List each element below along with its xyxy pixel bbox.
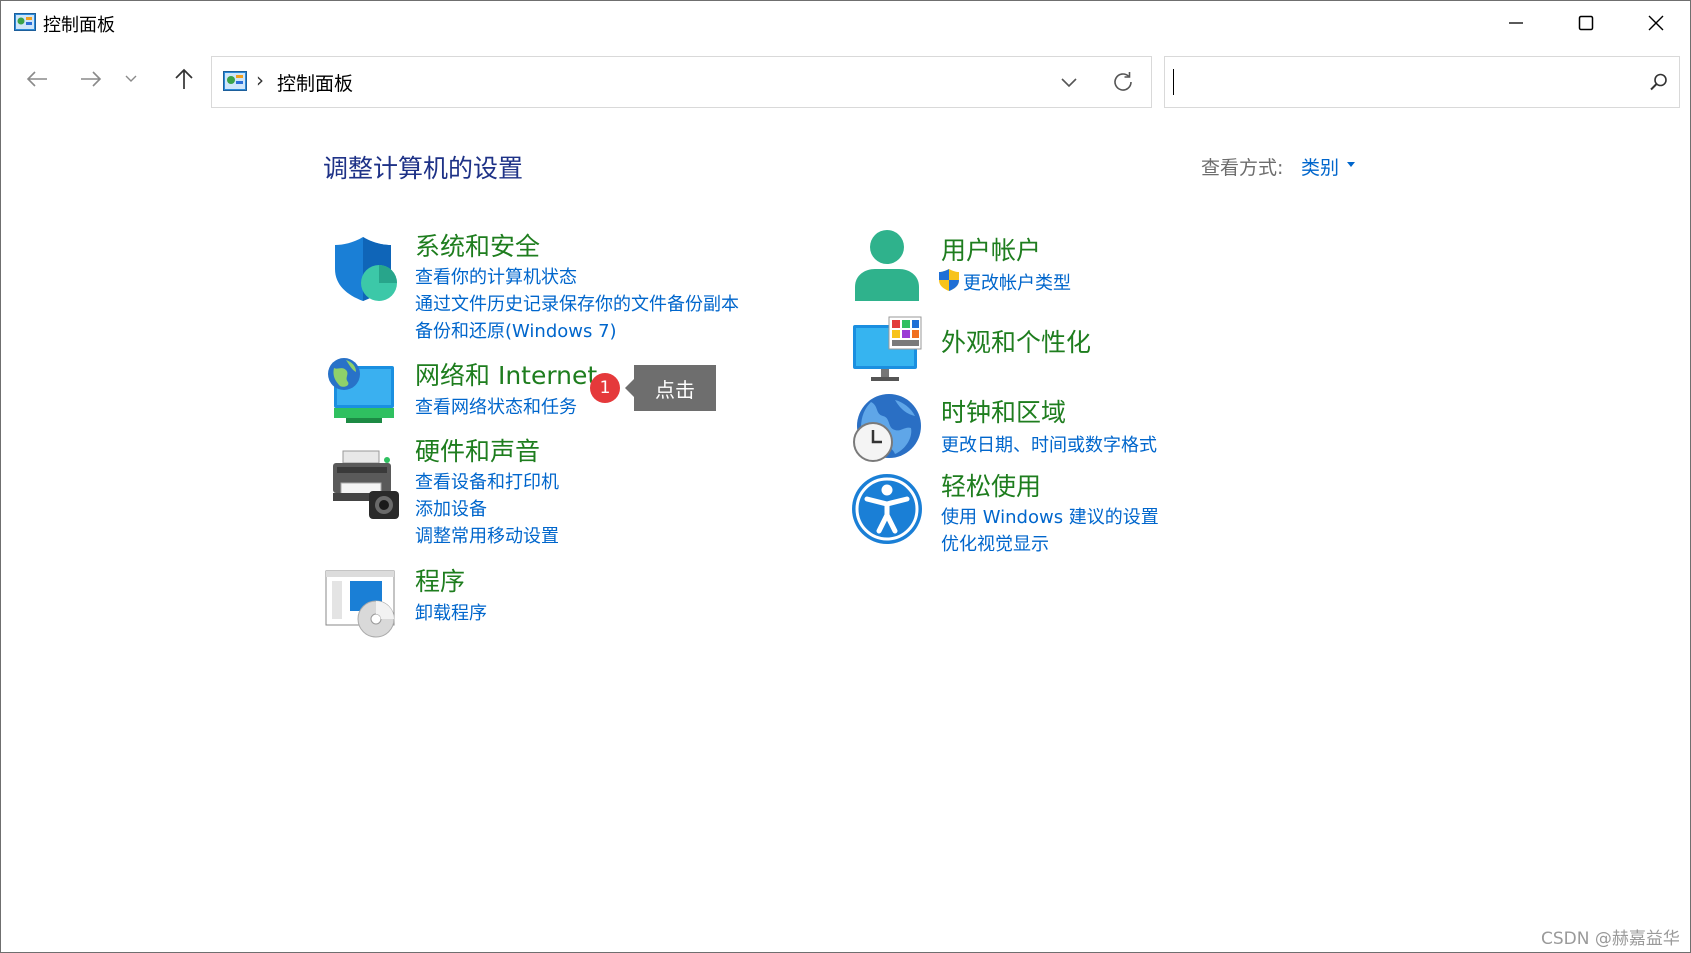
category-title-network-internet[interactable]: 网络和 Internet bbox=[415, 356, 597, 392]
link-add-device[interactable]: 添加设备 bbox=[415, 495, 487, 521]
step-badge: 1 bbox=[590, 373, 620, 403]
link-devices-printers[interactable]: 查看设备和打印机 bbox=[415, 468, 559, 494]
up-button[interactable] bbox=[168, 63, 200, 95]
maximize-icon bbox=[1578, 15, 1594, 31]
control-panel-icon bbox=[223, 71, 247, 91]
minimize-icon bbox=[1509, 22, 1523, 24]
category-title-system-security[interactable]: 系统和安全 bbox=[415, 227, 540, 263]
programs-disc-icon[interactable] bbox=[324, 569, 396, 641]
minimize-button[interactable] bbox=[1481, 1, 1551, 45]
shield-icon[interactable] bbox=[331, 233, 403, 305]
link-check-computer-status[interactable]: 查看你的计算机状态 bbox=[415, 263, 577, 289]
category-title-hardware-sound[interactable]: 硬件和声音 bbox=[415, 432, 540, 468]
link-mobility-settings[interactable]: 调整常用移动设置 bbox=[415, 522, 559, 548]
category-title-ease-of-access[interactable]: 轻松使用 bbox=[941, 467, 1041, 503]
view-by-dropdown[interactable]: 类别 bbox=[1301, 153, 1339, 180]
back-button[interactable] bbox=[21, 63, 53, 95]
maximize-button[interactable] bbox=[1551, 1, 1621, 45]
network-globe-icon[interactable] bbox=[326, 356, 398, 428]
link-network-status[interactable]: 查看网络状态和任务 bbox=[415, 393, 577, 419]
uac-shield-icon bbox=[939, 269, 959, 291]
link-file-history-backup[interactable]: 通过文件历史记录保存你的文件备份副本 bbox=[415, 290, 739, 316]
category-title-user-accounts[interactable]: 用户帐户 bbox=[941, 231, 1041, 267]
arrow-right-icon bbox=[81, 71, 102, 87]
category-title-appearance[interactable]: 外观和个性化 bbox=[941, 323, 1091, 359]
printer-icon[interactable] bbox=[329, 449, 401, 521]
link-windows-suggested-settings[interactable]: 使用 Windows 建议的设置 bbox=[941, 503, 1159, 529]
close-icon bbox=[1648, 15, 1664, 31]
recent-locations-button[interactable] bbox=[120, 63, 142, 95]
link-change-date-time-format[interactable]: 更改日期、时间或数字格式 bbox=[941, 431, 1157, 457]
monitor-palette-icon[interactable] bbox=[851, 315, 923, 387]
refresh-icon[interactable] bbox=[1110, 69, 1136, 95]
search-box[interactable] bbox=[1164, 56, 1680, 108]
category-title-clock-region[interactable]: 时钟和区域 bbox=[941, 393, 1066, 429]
link-uninstall-program[interactable]: 卸载程序 bbox=[415, 599, 487, 625]
address-bar[interactable]: › 控制面板 bbox=[211, 56, 1152, 108]
annotation-tooltip: 点击 bbox=[625, 365, 716, 411]
page-title: 调整计算机的设置 bbox=[323, 154, 524, 183]
control-panel-icon bbox=[14, 13, 36, 31]
user-icon[interactable] bbox=[851, 229, 923, 301]
breadcrumb-separator: › bbox=[256, 68, 264, 92]
forward-button[interactable] bbox=[75, 63, 107, 95]
text-caret bbox=[1173, 69, 1174, 95]
view-by-label: 查看方式: bbox=[1201, 157, 1284, 179]
link-optimize-visual-display[interactable]: 优化视觉显示 bbox=[941, 530, 1049, 556]
clock-globe-icon[interactable] bbox=[851, 392, 923, 464]
close-button[interactable] bbox=[1621, 1, 1690, 45]
link-change-account-type[interactable]: 更改帐户类型 bbox=[963, 269, 1071, 295]
breadcrumb-control-panel[interactable]: 控制面板 bbox=[277, 69, 353, 96]
arrow-left-icon bbox=[26, 71, 47, 87]
chevron-down-icon[interactable] bbox=[1057, 70, 1081, 94]
watermark: CSDN @赫嘉益华 bbox=[1541, 929, 1680, 949]
category-title-programs[interactable]: 程序 bbox=[415, 562, 465, 598]
accessibility-icon[interactable] bbox=[851, 473, 923, 545]
arrow-up-icon bbox=[175, 68, 193, 89]
title-bar: 控制面板 bbox=[1, 1, 1690, 45]
caret-down-icon[interactable] bbox=[1347, 162, 1355, 167]
search-icon[interactable] bbox=[1649, 72, 1669, 92]
control-panel-window: 控制面板 › 控制面板 调整计算机的设置 查看方式: 类别 系统和安全 查看你的… bbox=[0, 0, 1691, 953]
link-backup-restore[interactable]: 备份和还原(Windows 7) bbox=[415, 317, 617, 343]
search-input[interactable] bbox=[1169, 65, 1633, 99]
chevron-down-icon bbox=[125, 75, 137, 82]
window-title: 控制面板 bbox=[43, 15, 115, 36]
